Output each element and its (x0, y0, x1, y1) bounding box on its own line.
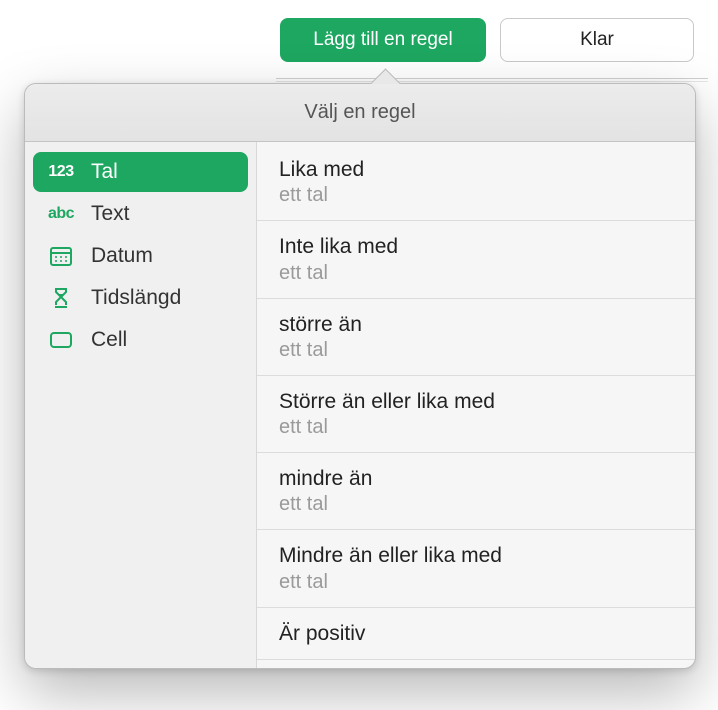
rule-subtitle: ett tal (279, 570, 673, 595)
sidebar-item-label: Cell (91, 328, 127, 352)
rule-popover: Välj en regel 123 Tal abc Text Datum Tidsläng… (24, 83, 696, 669)
toolbar-divider (276, 78, 708, 82)
rule-title: Inte lika med (279, 234, 673, 260)
rule-item[interactable]: Lika medett tal (257, 144, 695, 221)
popover-arrow (368, 66, 402, 84)
sidebar-item-label: Tal (91, 160, 118, 184)
rule-list[interactable]: Lika medett talInte lika medett talstörr… (257, 142, 695, 668)
sidebar-item-cell[interactable]: Cell (33, 320, 248, 360)
sidebar-item-label: Tidslängd (91, 286, 181, 310)
abc-icon: abc (45, 205, 77, 223)
rule-title: Större än eller lika med (279, 389, 673, 415)
rule-item[interactable]: Inte lika medett tal (257, 221, 695, 298)
add-rule-button[interactable]: Lägg till en regel (280, 18, 486, 62)
rule-title: Är positiv (279, 621, 673, 647)
rule-item[interactable]: Mindre än eller lika medett tal (257, 530, 695, 607)
rule-subtitle: ett tal (279, 415, 673, 440)
sidebar-item-tal[interactable]: 123 Tal (33, 152, 248, 192)
rule-item[interactable]: Är positiv (257, 608, 695, 660)
sidebar-item-label: Text (91, 202, 130, 226)
hourglass-icon (45, 287, 77, 309)
done-button[interactable]: Klar (500, 18, 694, 62)
sidebar-item-datum[interactable]: Datum (33, 236, 248, 276)
rule-subtitle: ett tal (279, 338, 673, 363)
rule-title: större än (279, 312, 673, 338)
calendar-icon (45, 246, 77, 266)
rule-title: Lika med (279, 157, 673, 183)
sidebar-item-label: Datum (91, 244, 153, 268)
rule-title: mindre än (279, 466, 673, 492)
rule-category-sidebar: 123 Tal abc Text Datum Tidslängd Cell (25, 142, 257, 668)
popover-title: Välj en regel (25, 84, 695, 142)
rule-subtitle: ett tal (279, 261, 673, 286)
rule-title: Mindre än eller lika med (279, 543, 673, 569)
cell-icon (45, 330, 77, 350)
rule-item[interactable]: Större än eller lika medett tal (257, 376, 695, 453)
rule-subtitle: ett tal (279, 492, 673, 517)
rule-subtitle: ett tal (279, 183, 673, 208)
rule-item[interactable]: mindre änett tal (257, 453, 695, 530)
toolbar: Lägg till en regel Klar (280, 18, 694, 62)
123-icon: 123 (45, 163, 77, 181)
popover-body: 123 Tal abc Text Datum Tidslängd Cell Lika med… (25, 142, 695, 668)
sidebar-item-tidslangd[interactable]: Tidslängd (33, 278, 248, 318)
rule-item[interactable]: större änett tal (257, 299, 695, 376)
sidebar-item-text[interactable]: abc Text (33, 194, 248, 234)
